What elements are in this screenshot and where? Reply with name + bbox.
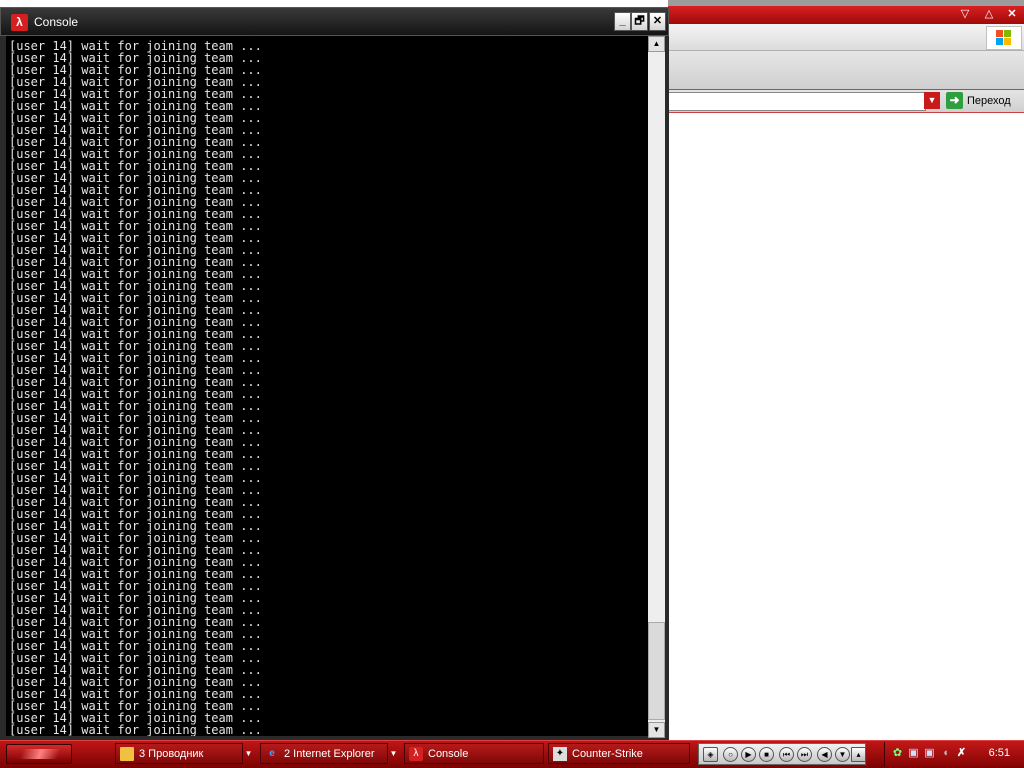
go-button-label: Переход: [967, 94, 1011, 107]
close-icon[interactable]: ✕: [1004, 7, 1020, 22]
network-icon[interactable]: ▣: [907, 747, 920, 760]
task-group-arrow-icon[interactable]: ▼: [389, 743, 398, 764]
next-icon[interactable]: ⏭: [797, 747, 812, 762]
go-button[interactable]: ➜ Переход: [946, 91, 1020, 110]
browser-links-bar: [668, 51, 1024, 89]
stop-icon[interactable]: ■: [759, 747, 774, 762]
play-icon[interactable]: ▶: [741, 747, 756, 762]
speaker-icon[interactable]: ◖: [939, 747, 952, 760]
network-icon[interactable]: ▣: [923, 747, 936, 760]
halflife-icon: λ: [11, 14, 28, 31]
green-flower-icon[interactable]: ✿: [891, 747, 904, 760]
task-counter-strike[interactable]: ✦ Counter-Strike: [548, 743, 690, 764]
browser-menubar: ▽ △ ✕: [668, 6, 1024, 24]
close-button[interactable]: ✕: [649, 12, 666, 31]
address-bar: ▼ ➜ Переход: [668, 89, 1024, 113]
scroll-down-icon[interactable]: ▼: [648, 722, 665, 738]
counter-strike-icon: ✦: [553, 746, 567, 761]
ie-icon: e: [269, 747, 275, 759]
arrow-right-icon: ➜: [946, 92, 963, 109]
media-player-toolbar: ◈ ○ ▶ ■ ⏮ ⏭ ◀ ▼ ▴: [698, 743, 866, 765]
chevron-up-icon[interactable]: △: [981, 7, 997, 22]
console-title: Console: [34, 15, 79, 29]
volume-icon[interactable]: ◀: [817, 747, 832, 762]
taskbar: 3 Проводник ▼ e 2 Internet Explorer ▼ λ …: [0, 740, 1024, 768]
halflife-icon: λ: [409, 746, 423, 761]
task-internet-explorer[interactable]: e 2 Internet Explorer: [260, 743, 388, 764]
antivirus-icon[interactable]: ✗: [955, 747, 968, 760]
task-explorer-label: 3 Проводник: [139, 747, 204, 760]
task-explorer[interactable]: 3 Проводник: [115, 743, 243, 764]
start-logo-icon: [19, 749, 61, 759]
task-console-label: Console: [428, 747, 469, 760]
console-scrollbar[interactable]: ▲ ▼: [648, 36, 665, 738]
console-titlebar[interactable]: λ Console _ 🗗 ✕: [0, 7, 669, 36]
restore-button[interactable]: 🗗: [631, 12, 648, 31]
browser-window: ▽ △ ✕ ▼ ➜ Переход: [668, 0, 1024, 740]
previous-icon[interactable]: ⏮: [779, 747, 794, 762]
task-group-arrow-icon[interactable]: ▼: [244, 743, 253, 764]
console-output: [user 14] wait for joining team ... [use…: [9, 39, 262, 736]
windows-logo-icon: [986, 26, 1022, 50]
ring-icon[interactable]: ○: [723, 747, 738, 762]
start-button[interactable]: [6, 744, 72, 764]
address-input[interactable]: [668, 92, 926, 111]
volume-dropdown-icon[interactable]: ▼: [835, 747, 850, 762]
restore-player-icon[interactable]: ▴: [851, 747, 866, 762]
system-tray: ✿ ▣ ▣ ◖ ✗ 6:51: [884, 742, 1024, 767]
task-counter-strike-label: Counter-Strike: [572, 747, 643, 760]
scroll-up-icon[interactable]: ▲: [648, 36, 665, 52]
console-window: λ Console _ 🗗 ✕ [user 14] wait for joini…: [0, 7, 669, 740]
folder-icon: [120, 746, 134, 761]
address-dropdown-icon[interactable]: ▼: [924, 92, 940, 109]
scroll-thumb[interactable]: [648, 622, 665, 720]
task-console[interactable]: λ Console: [404, 743, 544, 764]
task-internet-explorer-label: 2 Internet Explorer: [284, 747, 375, 760]
browser-toolbar: [668, 24, 1024, 51]
clock: 6:51: [988, 747, 1010, 759]
chevron-down-icon[interactable]: ▽: [957, 7, 973, 22]
media-player-icon[interactable]: ◈: [703, 747, 718, 762]
console-output-area[interactable]: [user 14] wait for joining team ... [use…: [6, 36, 648, 736]
minimize-button[interactable]: _: [614, 12, 631, 31]
